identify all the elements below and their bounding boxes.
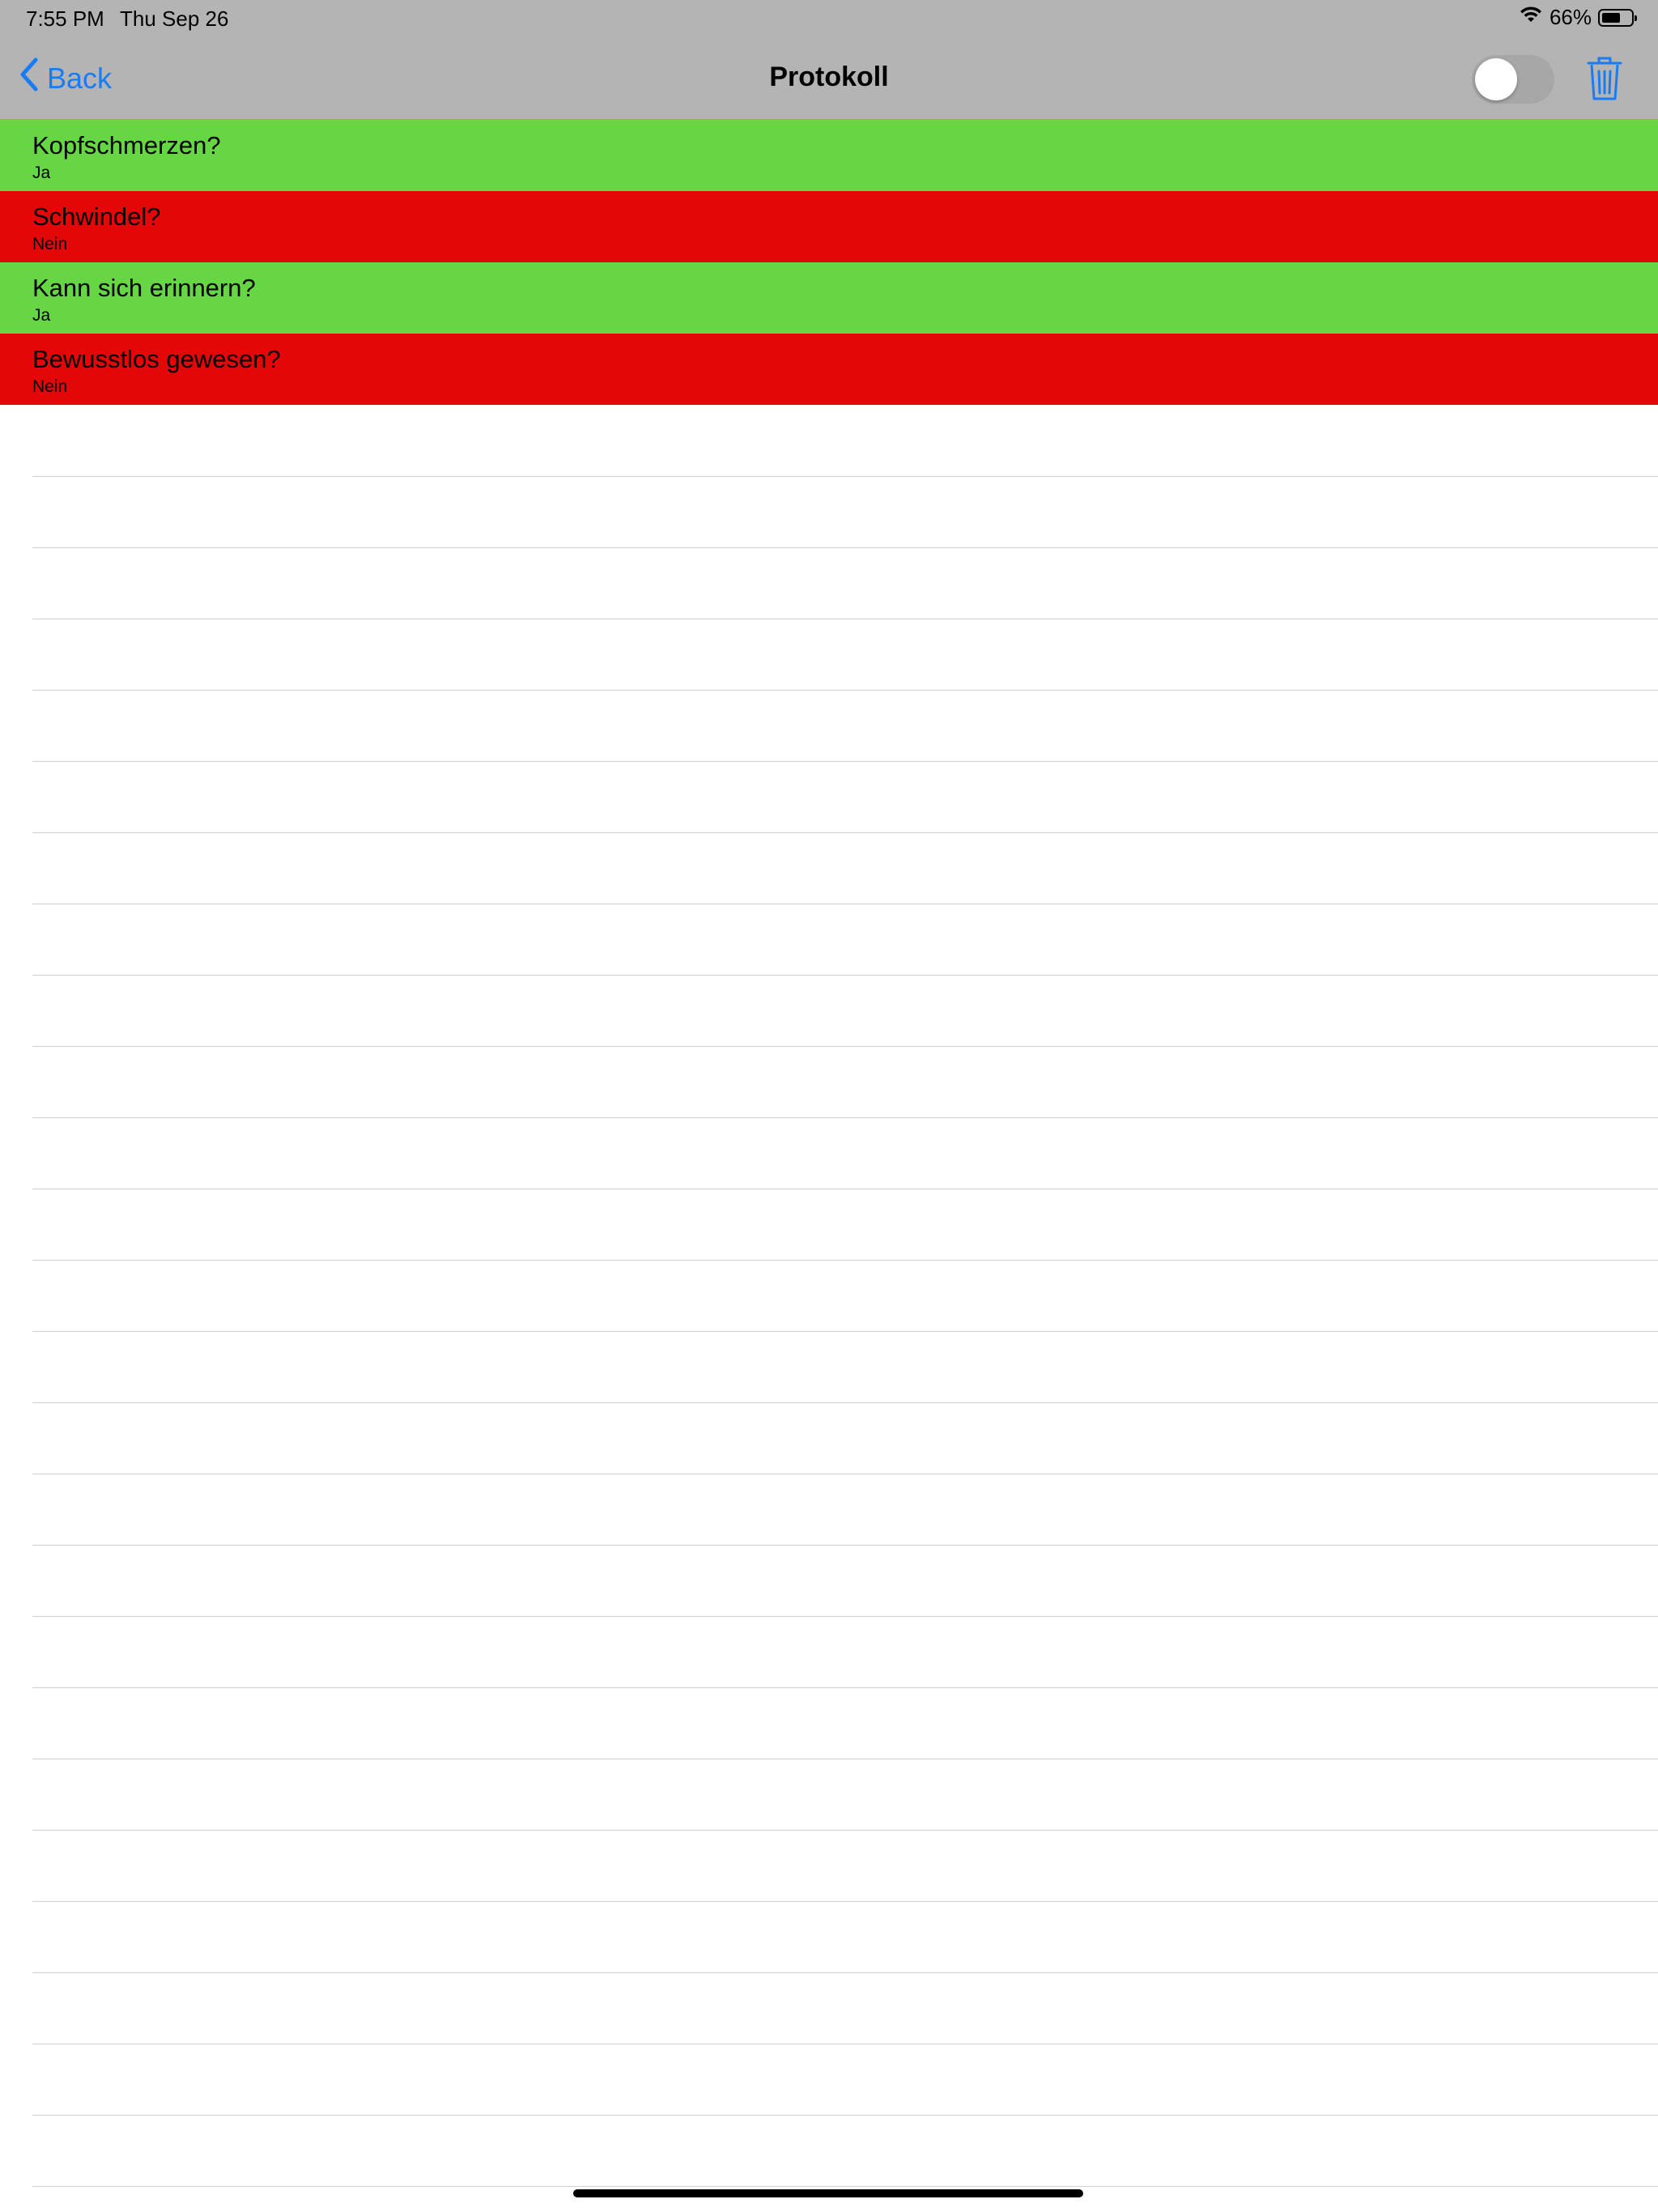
answer-label: Ja [32,306,51,325]
row-separator [32,1545,1658,1546]
row-separator [32,476,1658,477]
row-separator [32,1616,1658,1617]
toggle-knob [1475,58,1517,100]
trash-icon[interactable] [1587,55,1622,102]
navigation-bar: Back Protokoll [0,39,1658,120]
row-separator [32,547,1658,548]
protocol-row[interactable]: Bewusstlos gewesen? Nein [0,334,1658,405]
answer-label: Nein [32,377,68,396]
status-indicators: 66% [1519,5,1637,30]
protocol-row[interactable]: Schwindel? Nein [0,191,1658,262]
answer-label: Ja [32,164,51,182]
row-separator [32,1972,1658,1973]
battery-cap [1635,15,1637,21]
question-label: Bewusstlos gewesen? [32,345,281,373]
row-separator [32,2186,1658,2187]
status-bar: 7:55 PM Thu Sep 26 66% [0,0,1658,39]
row-separator [32,690,1658,691]
protocol-row[interactable]: Kopfschmerzen? Ja [0,120,1658,191]
wifi-icon [1519,5,1543,30]
question-label: Schwindel? [32,202,161,231]
battery-fill [1602,12,1620,23]
status-time: 7:55 PM [26,6,104,31]
answer-label: Nein [32,235,68,253]
row-separator [32,1687,1658,1688]
battery-icon [1598,8,1637,27]
row-separator [32,975,1658,976]
row-separator [32,1402,1658,1403]
row-separator [32,1046,1658,1047]
protokoll-screen: 7:55 PM Thu Sep 26 66% Back Protokoll Ko… [0,0,1658,2212]
protocol-row[interactable]: Kann sich erinnern? Ja [0,262,1658,334]
row-separator [32,1901,1658,1902]
toggle-switch[interactable] [1472,55,1554,104]
row-separator [32,1830,1658,1831]
row-separator [32,1117,1658,1118]
battery-percent: 66% [1549,5,1592,29]
question-label: Kann sich erinnern? [32,274,256,302]
protocol-list: Kopfschmerzen? Ja Schwindel? Nein Kann s… [0,120,1658,405]
page-title: Protokoll [769,62,889,92]
home-indicator[interactable] [573,2189,1083,2197]
row-separator [32,1331,1658,1332]
status-date: Thu Sep 26 [120,6,229,31]
empty-list-area [0,405,1658,2212]
row-separator [32,1260,1658,1261]
row-separator [32,761,1658,762]
row-separator [32,832,1658,833]
row-separator [32,2115,1658,2116]
question-label: Kopfschmerzen? [32,131,221,160]
